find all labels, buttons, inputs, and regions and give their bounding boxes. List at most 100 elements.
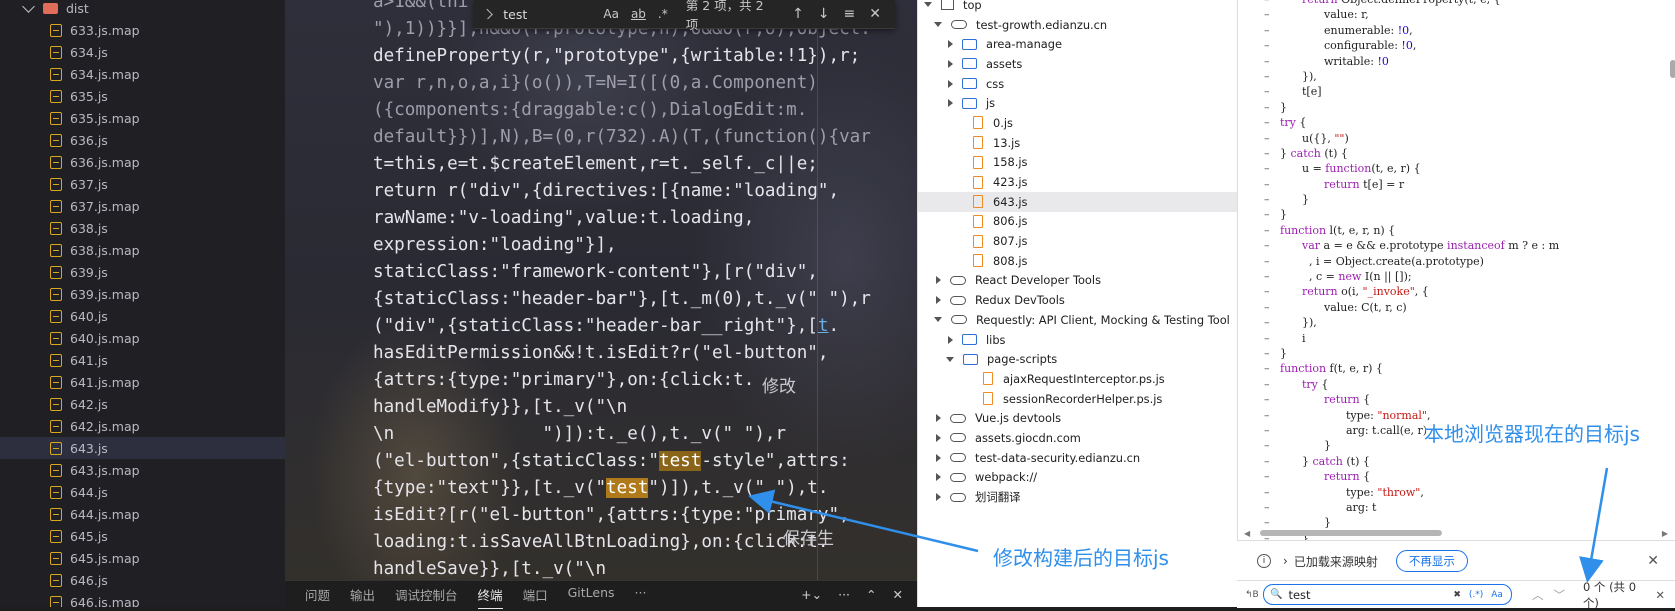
file-item[interactable]: 638.js [0,217,285,239]
next-result-icon[interactable]: ﹀ [1553,587,1565,603]
scroll-left-icon[interactable]: ◀ [1244,529,1250,538]
tree-item[interactable]: 807.js [918,231,1238,251]
file-item[interactable]: 644.js [0,481,285,503]
close-infobar-icon[interactable]: ✕ [1647,553,1659,569]
file-item[interactable]: 646.js.map [0,591,285,607]
tree-item[interactable]: ajaxRequestInterceptor.ps.js [918,369,1238,389]
expanded-arrow-icon[interactable] [946,356,954,362]
tree-item[interactable]: 808.js [918,251,1238,271]
file-item[interactable]: 639.js [0,261,285,283]
code-line[interactable]: {attrs:{type:"primary"},on:{click:t. [373,367,901,394]
source-line[interactable]: – t[e] [1238,84,1675,99]
vertical-scrollbar-thumb[interactable] [1670,60,1675,78]
source-line[interactable]: – enumerable: !0, [1238,23,1675,38]
regex-toggle-icon[interactable]: (.*) [1469,590,1483,600]
add-terminal-icon[interactable]: +⌄ [801,587,822,602]
code-line[interactable]: return r("div",{directives:[{name:"loadi… [373,178,901,205]
code-line[interactable]: ("el-button",{staticClass:"test-style",a… [373,448,901,475]
match-case-icon[interactable]: Aa [603,7,619,21]
tree-item[interactable]: 0.js [918,113,1238,133]
tree-item[interactable]: test-growth.edianzu.cn [918,15,1238,35]
horizontal-scrollbar[interactable]: ◀ ▶ [1244,528,1668,538]
panel-tab[interactable]: 问题 [305,581,330,609]
code-line[interactable]: \n ")]):t._e(),t._v(" "),r [373,421,901,448]
expanded-arrow-icon[interactable] [934,22,942,28]
source-line[interactable]: – type: "throw", [1238,485,1675,500]
source-line[interactable]: – try { [1238,115,1675,130]
file-item[interactable]: 644.js.map [0,503,285,525]
toggle-replace-chevron-icon[interactable] [482,8,494,20]
collapsed-arrow-icon[interactable] [948,79,953,88]
source-line[interactable]: – value: C(t, r, c) [1238,300,1675,315]
dont-show-again-button[interactable]: 不再显示 [1395,550,1468,572]
code-line[interactable]: rawName:"v-loading",value:t.loading, [373,205,901,232]
source-line[interactable]: – , c = new I(n || []); [1238,269,1675,284]
collapsed-arrow-icon[interactable] [936,296,941,305]
maximize-panel-icon[interactable]: ⌃ [866,587,876,602]
source-line[interactable]: –}), [1238,69,1675,84]
source-line[interactable]: –}), [1238,315,1675,330]
file-item[interactable]: 637.js.map [0,195,285,217]
collapsed-arrow-icon[interactable] [936,276,941,285]
collapsed-arrow-icon[interactable] [936,433,941,442]
source-line[interactable]: – try { [1238,377,1675,392]
collapsed-arrow-icon[interactable] [948,59,953,68]
file-item[interactable]: 643.js [0,437,285,459]
tree-item[interactable]: js [918,93,1238,113]
collapsed-arrow-icon[interactable] [948,335,953,344]
tree-item[interactable]: assets [918,54,1238,74]
scroll-right-icon[interactable]: ▶ [1662,529,1668,538]
regex-icon[interactable]: .* [658,7,668,21]
tree-item[interactable]: assets.giocdn.com [918,428,1238,448]
search-input[interactable]: test [1288,588,1310,602]
source-line[interactable]: –} [1238,192,1675,207]
file-item[interactable]: 640.js.map [0,327,285,349]
source-line[interactable]: – u({}, "") [1238,131,1675,146]
file-item[interactable]: 638.js.map [0,239,285,261]
code-editor[interactable]: a>1&&(thi "),1))}}],h&&O(r.prototype,n),o… [285,0,917,580]
file-item[interactable]: 645.js [0,525,285,547]
tree-item[interactable]: 806.js [918,212,1238,232]
close-search-icon[interactable]: ✕ [1655,588,1665,602]
file-item[interactable]: 642.js [0,393,285,415]
tree-item[interactable]: Redux DevTools [918,290,1238,310]
source-line[interactable]: – function f(t, e, r) { [1238,361,1675,376]
expanded-arrow-icon[interactable] [924,2,932,8]
file-item[interactable]: 639.js.map [0,283,285,305]
find-input[interactable]: test [503,7,603,22]
source-line[interactable]: –} [1238,346,1675,361]
more-icon[interactable]: ··· [838,587,850,602]
collapsed-arrow-icon[interactable] [948,40,953,49]
source-line[interactable]: – var a = e && e.prototype instanceof m ?… [1238,238,1675,253]
source-line[interactable]: –} catch (t) { [1238,454,1675,469]
search-box[interactable]: 🔍 test ✖ (.*) Aa [1263,584,1512,605]
code-line[interactable]: defineProperty(r,"prototype",{writable:!… [373,43,901,70]
panel-tab[interactable]: 输出 [350,581,375,609]
clear-icon[interactable]: ✖ [1453,590,1461,600]
file-item[interactable]: 643.js.map [0,459,285,481]
next-match-icon[interactable]: ↓ [818,6,830,22]
expanded-arrow-icon[interactable] [934,317,942,323]
collapsed-arrow-icon[interactable] [936,493,941,502]
code-line[interactable]: ({components:{draggable:c(),DialogEdit:m… [373,97,901,124]
code-line[interactable]: default}})],N),B=(0,r(732).A)(T,(functio… [373,124,901,151]
code-line[interactable]: handleSave}},[t._v("\n [373,556,901,580]
source-line[interactable]: –} catch (t) { [1238,146,1675,161]
file-item[interactable]: 636.js.map [0,151,285,173]
source-line[interactable]: – return Object.defineProperty(t, e, { [1238,0,1675,7]
source-line[interactable]: – , i = Object.create(a.prototype) [1238,254,1675,269]
file-item[interactable]: 633.js.map [0,19,285,41]
source-line[interactable]: – return t[e] = r [1238,177,1675,192]
file-item[interactable]: 645.js.map [0,547,285,569]
tree-item[interactable]: libs [918,330,1238,350]
previous-result-icon[interactable]: ︿ [1532,587,1544,603]
panel-tab[interactable]: ··· [635,581,647,609]
expand-chevron-icon[interactable]: › [1283,554,1288,568]
collapsed-arrow-icon[interactable] [936,414,941,423]
find-in-selection-icon[interactable]: ≡ [844,6,856,22]
code-line[interactable]: expression:"loading"}], [373,232,901,259]
code-line[interactable]: {staticClass:"header-bar"},[t._m(0),t._v… [373,286,901,313]
tree-item[interactable]: css [918,74,1238,94]
tree-item[interactable]: 643.js [918,191,1238,212]
source-code[interactable]: – return Object.defineProperty(t, e, { – va… [1238,0,1675,540]
